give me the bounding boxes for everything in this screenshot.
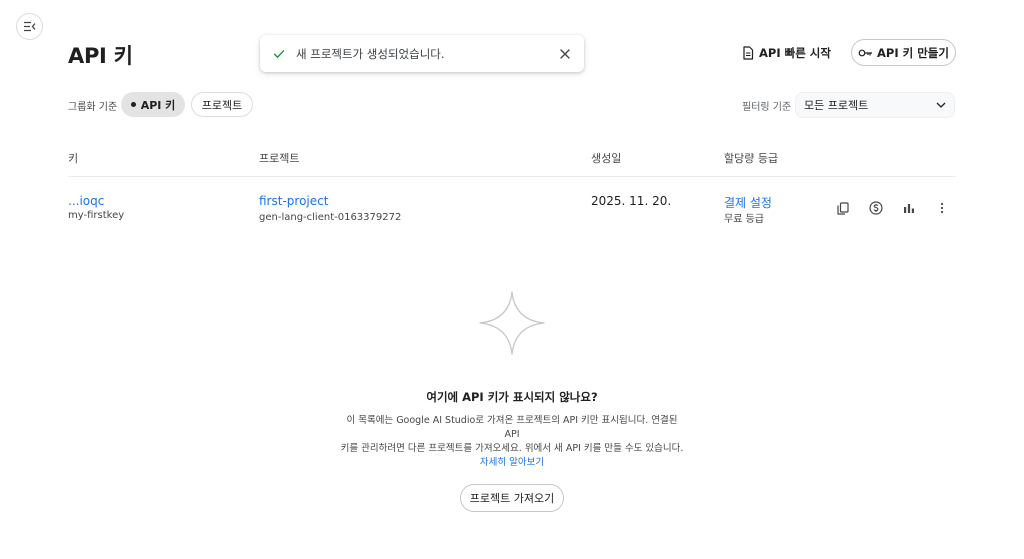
bar-chart-icon: [903, 202, 915, 214]
dollar-icon: [869, 201, 883, 215]
empty-state-description: 이 목록에는 Google AI Studio로 가져온 프로젝트의 API 키…: [340, 414, 684, 470]
group-by-project-chip[interactable]: 프로젝트: [191, 92, 253, 117]
menu-collapse-icon: [23, 21, 36, 32]
filter-label: 필터링 기준: [742, 102, 792, 113]
empty-state-line-1: 이 목록에는 Google AI Studio로 가져온 프로젝트의 API 키…: [346, 415, 678, 440]
empty-state-title: 여기에 API 키가 표시되지 않나요?: [426, 390, 598, 404]
table-header-divider: [68, 176, 956, 177]
document-icon: [742, 46, 754, 60]
project-link[interactable]: first-project: [259, 194, 328, 208]
api-quickstart-label: API 빠른 시작: [759, 46, 831, 60]
close-icon[interactable]: [558, 47, 572, 61]
copy-icon: [837, 201, 849, 215]
toast-message: 새 프로젝트가 생성되었습니다.: [296, 46, 445, 61]
import-project-button[interactable]: 프로젝트 가져오기: [460, 484, 564, 512]
api-key-name: my-firstkey: [68, 210, 125, 221]
column-header-project: 프로젝트: [259, 152, 300, 165]
project-filter-value: 모든 프로젝트: [804, 99, 869, 112]
create-api-key-button[interactable]: API 키 만들기: [851, 39, 956, 66]
group-by-project-label: 프로젝트: [201, 98, 243, 112]
column-header-quota-tier: 할당량 등급: [724, 152, 779, 165]
group-by-api-key-chip[interactable]: API 키: [121, 92, 185, 117]
learn-more-link[interactable]: 자세히 알아보기: [340, 456, 684, 470]
group-by-label: 그룹화 기준: [68, 102, 118, 113]
page-title: API 키: [68, 44, 133, 68]
success-toast: 새 프로젝트가 생성되었습니다.: [260, 35, 584, 72]
project-id: gen-lang-client-0163379272: [259, 212, 402, 223]
api-quickstart-link[interactable]: API 빠른 시작: [742, 43, 831, 63]
billing-button[interactable]: [867, 199, 885, 217]
more-actions-button[interactable]: [933, 199, 951, 217]
sparkle-icon: [478, 290, 546, 356]
group-by-api-key-label: API 키: [140, 98, 176, 112]
check-icon: [272, 47, 286, 61]
import-project-label: 프로젝트 가져오기: [469, 492, 555, 505]
sidebar-toggle-button[interactable]: [16, 13, 43, 40]
column-header-key: 키: [68, 152, 79, 165]
usage-button[interactable]: [900, 199, 918, 217]
empty-state-line-2: 키를 관리하려면 다른 프로젝트를 가져오세요. 위에서 새 API 키를 만들…: [340, 443, 684, 454]
created-date: 2025. 11. 20.: [591, 194, 672, 208]
chevron-down-icon: [936, 102, 946, 108]
selected-dot: [130, 102, 136, 107]
column-header-created: 생성일: [591, 152, 622, 165]
quota-tier: 무료 등급: [724, 214, 764, 225]
create-api-key-label: API 키 만들기: [877, 45, 949, 60]
key-icon: [858, 48, 873, 58]
billing-setup-link[interactable]: 결제 설정: [724, 194, 772, 211]
api-key-link[interactable]: ...ioqc: [68, 194, 104, 208]
copy-key-button[interactable]: [834, 199, 852, 217]
project-filter-select[interactable]: 모든 프로젝트: [795, 92, 955, 118]
more-vert-icon: [940, 202, 944, 214]
